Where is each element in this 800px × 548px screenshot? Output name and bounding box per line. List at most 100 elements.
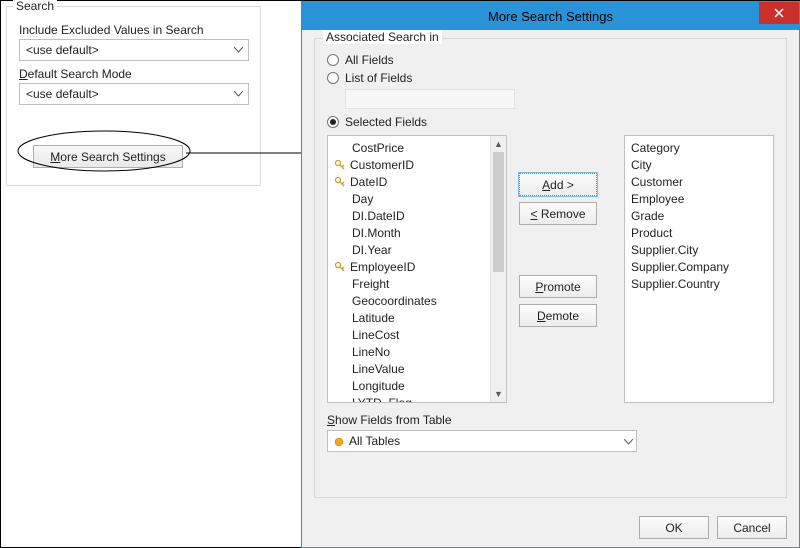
default-search-mode-value: <use default> <box>26 87 99 101</box>
show-fields-label: Show Fields from Table <box>327 413 774 427</box>
list-item[interactable]: LineCost <box>328 326 506 343</box>
list-item[interactable]: LineValue <box>328 360 506 377</box>
key-icon <box>334 261 346 273</box>
cancel-button[interactable]: Cancel <box>717 516 787 539</box>
radio-all-fields[interactable]: All Fields <box>327 53 774 67</box>
key-icon <box>334 176 346 188</box>
radio-icon <box>327 72 339 84</box>
scrollbar[interactable]: ▲ ▼ <box>490 136 506 402</box>
list-item[interactable]: Supplier.City <box>625 241 773 258</box>
list-item[interactable]: DI.Month <box>328 224 506 241</box>
demote-button-label: Demote <box>537 309 579 323</box>
list-item-label: Employee <box>631 192 684 206</box>
list-item-label: Supplier.City <box>631 243 698 257</box>
list-item-label: Longitude <box>352 379 405 393</box>
search-group: Search Include Excluded Values in Search… <box>6 6 261 186</box>
chevron-down-icon <box>228 84 248 104</box>
list-item-label: Latitude <box>352 311 395 325</box>
list-item-label: Customer <box>631 175 683 189</box>
available-fields-list[interactable]: CostPrice CustomerID DateID Day DI.DateID DI.… <box>327 135 507 403</box>
remove-button-label: < Remove <box>530 207 585 221</box>
cancel-label: Cancel <box>733 521 770 535</box>
list-item[interactable]: Product <box>625 224 773 241</box>
list-item[interactable]: DateID <box>328 173 506 190</box>
list-item[interactable]: City <box>625 156 773 173</box>
list-item[interactable]: Customer <box>625 173 773 190</box>
list-item-label: Product <box>631 226 672 240</box>
list-item[interactable]: EmployeeID <box>328 258 506 275</box>
promote-button[interactable]: Promote <box>519 275 597 298</box>
list-item-label: LineNo <box>352 345 390 359</box>
list-item[interactable]: Supplier.Company <box>625 258 773 275</box>
default-search-mode-label: Default Search Mode <box>19 67 248 81</box>
list-item[interactable]: CostPrice <box>328 139 506 156</box>
remove-button[interactable]: < Remove <box>519 202 597 225</box>
list-item-label: Supplier.Country <box>631 277 720 291</box>
search-group-label: Search <box>13 0 57 13</box>
chevron-down-icon <box>624 434 633 448</box>
scroll-thumb[interactable] <box>493 152 504 272</box>
list-item[interactable]: CustomerID <box>328 156 506 173</box>
scroll-up-icon[interactable]: ▲ <box>491 136 506 152</box>
list-item-label: CustomerID <box>350 158 414 172</box>
radio-list-of-fields[interactable]: List of Fields <box>327 71 774 85</box>
list-item-label: Geocoordinates <box>352 294 437 308</box>
list-item-label: LineValue <box>352 362 405 376</box>
list-item[interactable]: LineNo <box>328 343 506 360</box>
list-item[interactable]: Geocoordinates <box>328 292 506 309</box>
include-excluded-label: Include Excluded Values in Search <box>19 23 248 37</box>
list-item[interactable]: Latitude <box>328 309 506 326</box>
list-item-label: DI.DateID <box>352 209 405 223</box>
more-search-settings-label: More Search Settings <box>50 150 165 164</box>
show-fields-value: All Tables <box>349 434 400 448</box>
radio-selected-fields-label: Selected Fields <box>345 115 427 129</box>
close-icon <box>774 6 784 21</box>
close-button[interactable] <box>759 2 799 24</box>
associated-search-group: Associated Search in All Fields List of … <box>314 38 787 498</box>
list-item-label: DateID <box>350 175 387 189</box>
list-item[interactable]: Day <box>328 190 506 207</box>
list-item[interactable]: Longitude <box>328 377 506 394</box>
ok-label: OK <box>665 521 682 535</box>
list-item-label: DI.Year <box>352 243 392 257</box>
list-item[interactable]: Category <box>625 139 773 156</box>
dialog-title: More Search Settings <box>488 9 613 24</box>
more-search-settings-button[interactable]: More Search Settings <box>33 145 183 168</box>
list-item[interactable]: DI.DateID <box>328 207 506 224</box>
ok-button[interactable]: OK <box>639 516 709 539</box>
default-search-mode-combo[interactable]: <use default> <box>19 83 249 105</box>
add-button[interactable]: Add > <box>519 173 597 196</box>
radio-all-fields-label: All Fields <box>345 53 394 67</box>
dialog-title-bar: More Search Settings <box>302 2 799 30</box>
add-button-label: Add > <box>542 178 574 192</box>
list-item[interactable]: LYTD_Flag <box>328 394 506 403</box>
list-item[interactable]: Grade <box>625 207 773 224</box>
show-fields-combo[interactable]: All Tables <box>327 430 637 452</box>
list-item-label: Category <box>631 141 680 155</box>
list-item[interactable]: DI.Year <box>328 241 506 258</box>
list-item-label: LYTD_Flag <box>352 396 412 404</box>
list-item[interactable]: Freight <box>328 275 506 292</box>
list-item-label: Grade <box>631 209 664 223</box>
list-item-label: Supplier.Company <box>631 260 729 274</box>
demote-button[interactable]: Demote <box>519 304 597 327</box>
include-excluded-value: <use default> <box>26 43 99 57</box>
promote-button-label: Promote <box>535 280 580 294</box>
list-item[interactable]: Employee <box>625 190 773 207</box>
scroll-down-icon[interactable]: ▼ <box>491 386 506 402</box>
list-of-fields-input <box>345 89 515 109</box>
selected-fields-list[interactable]: CategoryCity Customer Employee Grade Product… <box>624 135 774 403</box>
radio-icon <box>327 116 339 128</box>
list-item-label: Freight <box>352 277 389 291</box>
table-icon <box>334 436 344 446</box>
radio-list-of-fields-label: List of Fields <box>345 71 412 85</box>
include-excluded-combo[interactable]: <use default> <box>19 39 249 61</box>
radio-selected-fields[interactable]: Selected Fields <box>327 115 774 129</box>
list-item-label: DI.Month <box>352 226 401 240</box>
more-search-settings-dialog: More Search Settings Associated Search i… <box>301 1 800 548</box>
list-item-label: EmployeeID <box>350 260 415 274</box>
list-item-label: Day <box>352 192 373 206</box>
radio-icon <box>327 54 339 66</box>
list-item[interactable]: Supplier.Country <box>625 275 773 292</box>
key-icon <box>334 159 346 171</box>
